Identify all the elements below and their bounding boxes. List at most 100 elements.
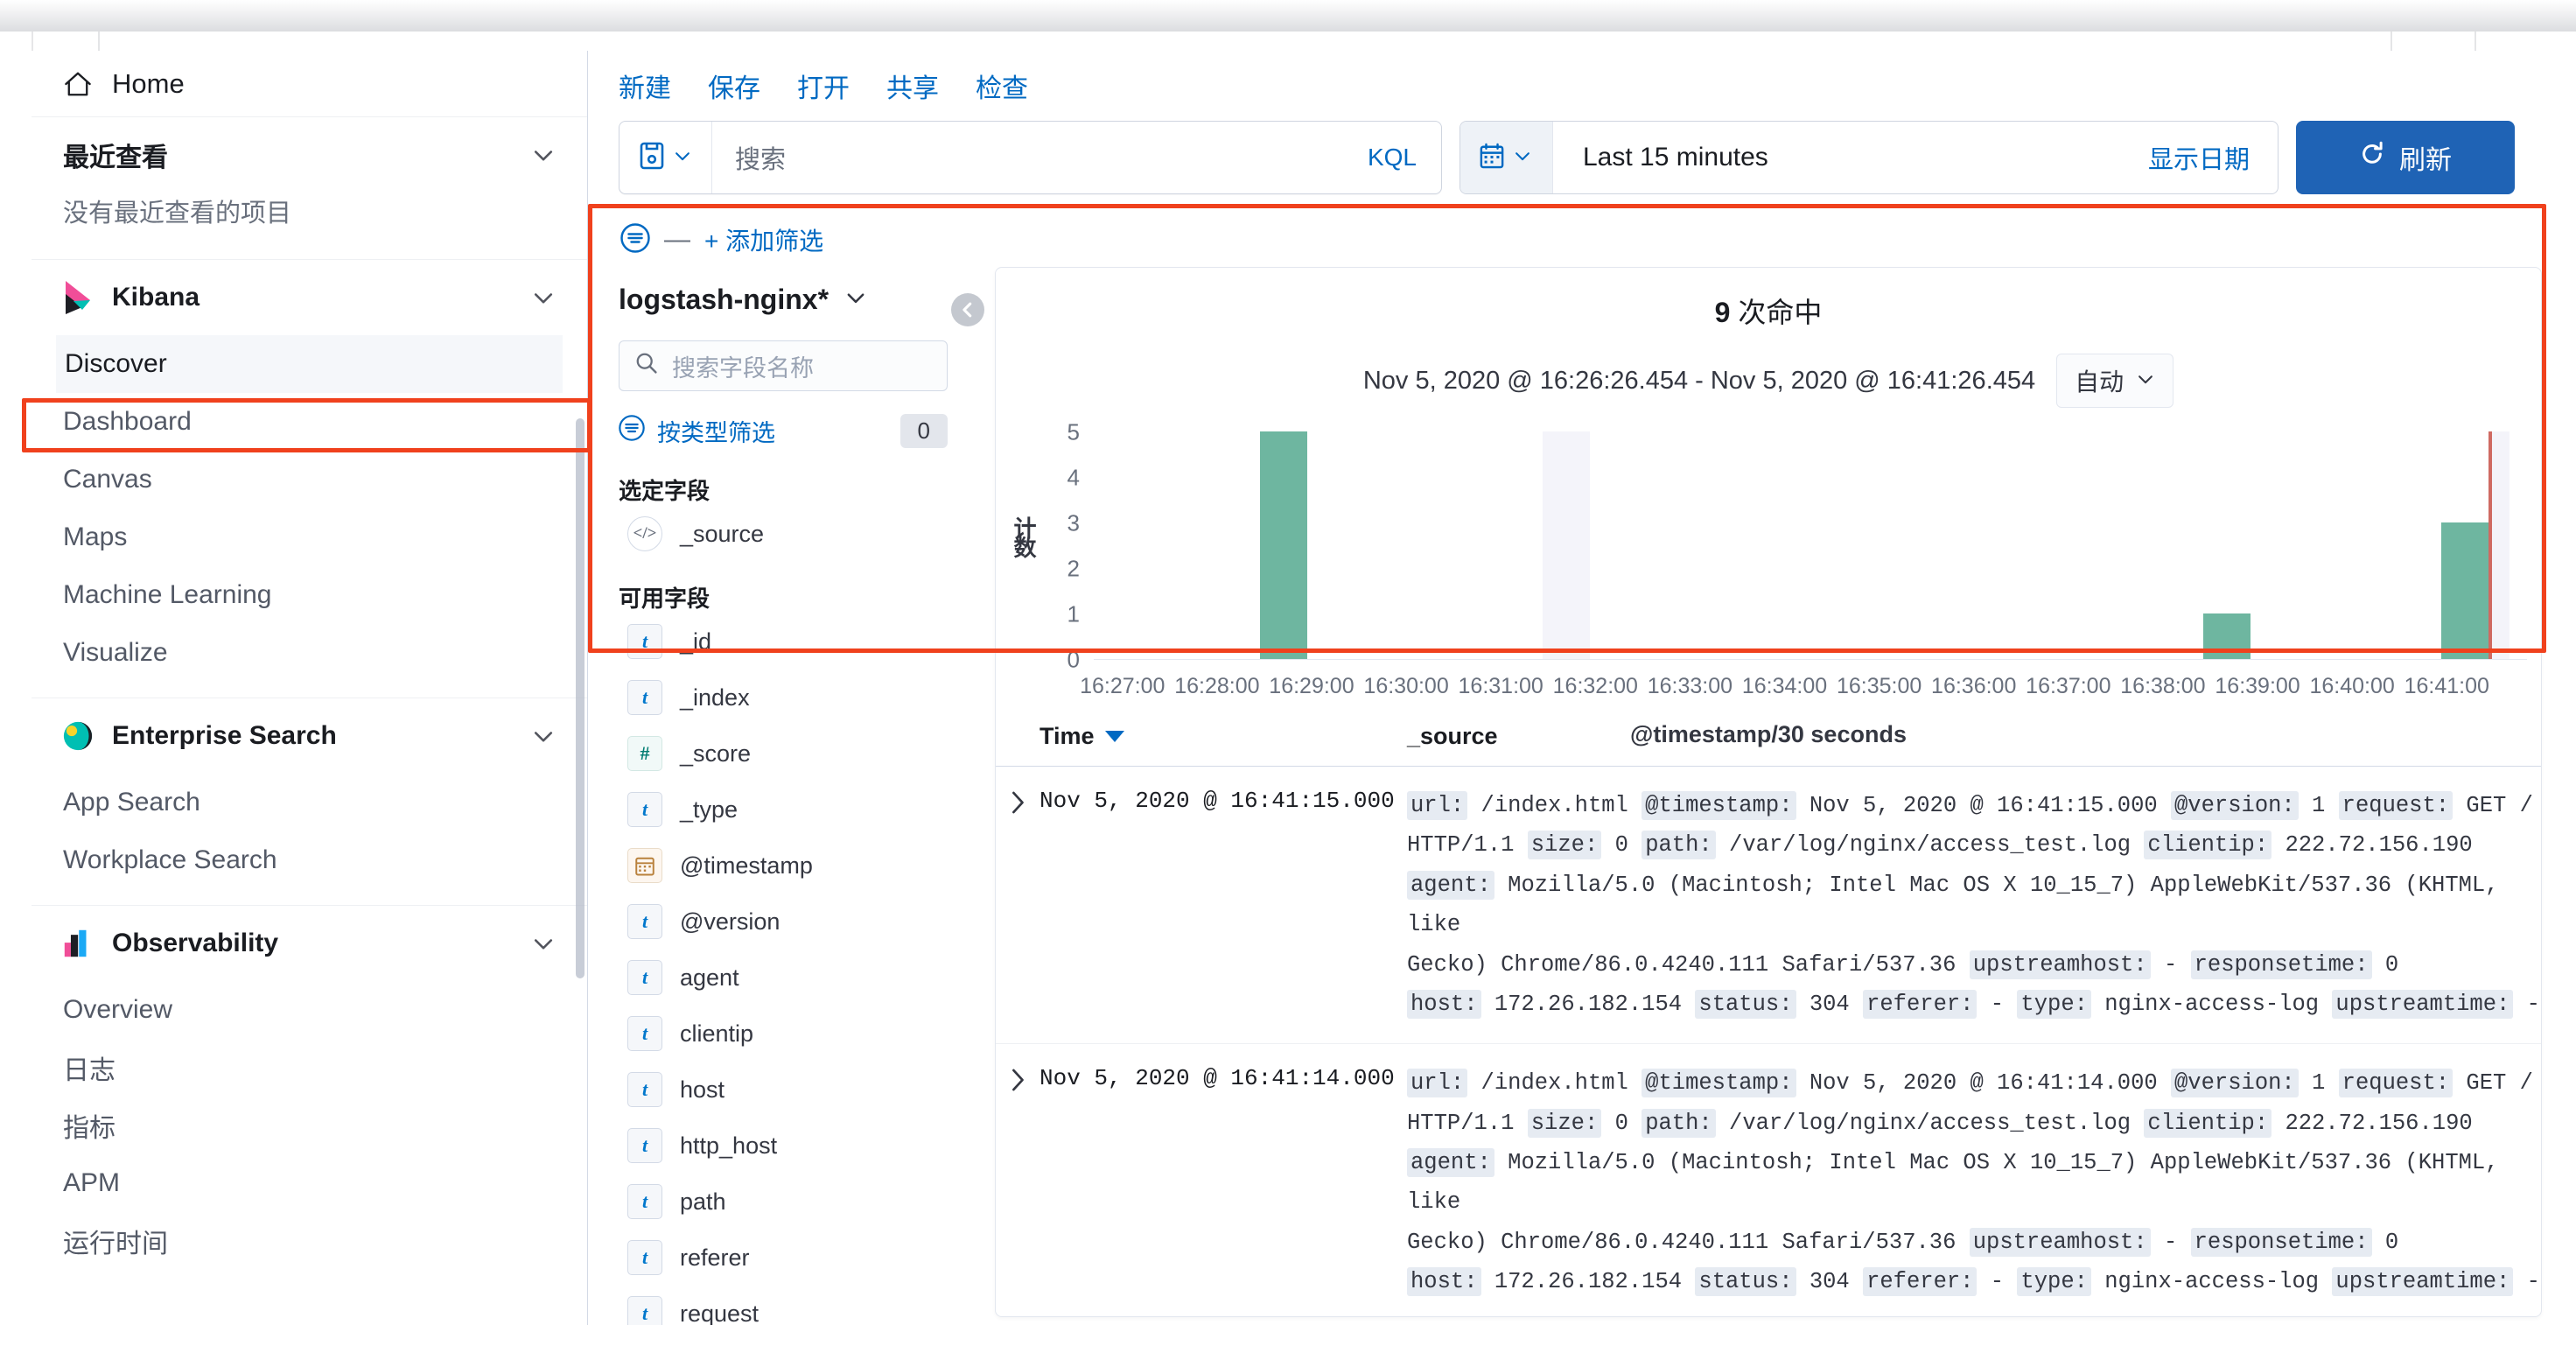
string-type-icon: t xyxy=(627,1072,662,1107)
field-name: @version xyxy=(680,908,780,935)
observability-nav-list: Overview 日志 指标 APM 运行时间 xyxy=(63,981,556,1286)
source-key: referer: xyxy=(1863,1267,1978,1297)
source-value: /var/log/nginx/access_test.log xyxy=(1729,1110,2132,1136)
show-dates-button[interactable]: 显示日期 xyxy=(2148,139,2278,176)
expand-row-button[interactable] xyxy=(996,1063,1040,1301)
menu-new[interactable]: 新建 xyxy=(619,67,671,105)
row-time: Nov 5, 2020 @ 16:41:14.000 xyxy=(1040,1065,1395,1092)
collapse-sidebar-button[interactable] xyxy=(951,293,984,326)
field-item-source[interactable]: </> _source xyxy=(619,506,948,562)
x-tick: 16:34:00 xyxy=(1741,674,1828,698)
saved-query-button[interactable] xyxy=(620,122,712,193)
number-type-icon: # xyxy=(627,736,662,771)
sidebar-item-dashboard[interactable]: Dashboard xyxy=(63,393,556,451)
sidebar-item-overview[interactable]: Overview xyxy=(63,981,556,1039)
string-type-icon: t xyxy=(627,680,662,715)
field-type-filter-button[interactable]: 按类型筛选 0 xyxy=(619,407,948,454)
query-language-button[interactable]: KQL xyxy=(1368,144,1441,172)
sidebar-item-metrics[interactable]: 指标 xyxy=(63,1097,556,1154)
saved-object-icon xyxy=(640,142,664,174)
hits-count-line: 9 次命中 xyxy=(996,268,2541,331)
sidebar-item-workplace-search[interactable]: Workplace Search xyxy=(63,831,556,889)
sidebar-item-canvas[interactable]: Canvas xyxy=(63,451,556,508)
hits-suffix: 次命中 xyxy=(1738,297,1823,328)
calendar-icon xyxy=(1480,143,1504,173)
source-key: @version: xyxy=(2171,791,2299,820)
browser-chrome-strip xyxy=(0,0,2576,32)
enterprise-search-header[interactable]: Enterprise Search xyxy=(63,698,556,774)
time-range-value[interactable]: Last 15 minutes xyxy=(1553,143,2148,172)
source-key: upstreamhost: xyxy=(1969,950,2151,979)
field-item-referer[interactable]: t referer xyxy=(619,1230,948,1286)
sidebar-item-machine-learning[interactable]: Machine Learning xyxy=(63,566,556,624)
field-item-version[interactable]: t @version xyxy=(619,894,948,950)
field-item-clientip[interactable]: t clientip xyxy=(619,1006,948,1062)
histogram-chart[interactable]: 计数 5 4 3 2 1 0 16:27:00 16:28:00 16:29:0… xyxy=(996,419,2541,747)
search-input[interactable]: 搜索 xyxy=(712,139,1368,176)
date-quick-select-button[interactable] xyxy=(1460,122,1553,193)
add-filter-button[interactable]: + 添加筛选 xyxy=(704,222,823,257)
chevron-down-icon[interactable] xyxy=(531,724,556,748)
recent-header[interactable]: 最近查看 xyxy=(63,117,556,193)
field-item-_score[interactable]: # _score xyxy=(619,726,948,782)
source-key: size: xyxy=(1527,831,1602,860)
kibana-header[interactable]: Kibana xyxy=(63,260,556,335)
source-key: upstreamtime: xyxy=(2332,1267,2514,1297)
table-row[interactable]: Nov 5, 2020 @ 16:41:15.000 url: /index.h… xyxy=(996,767,2541,1045)
chevron-down-icon xyxy=(1513,146,1532,170)
field-item-agent[interactable]: t agent xyxy=(619,950,948,1006)
field-item-_type[interactable]: t _type xyxy=(619,782,948,838)
sidebar-item-discover[interactable]: Discover xyxy=(56,335,563,393)
interval-select[interactable]: 自动 xyxy=(2056,354,2174,408)
menu-open[interactable]: 打开 xyxy=(797,67,850,105)
date-picker[interactable]: Last 15 minutes 显示日期 xyxy=(1459,121,2278,194)
source-value: /index.html xyxy=(1480,1070,1628,1097)
kibana-title-wrap: Kibana xyxy=(63,281,531,314)
nav-home-link[interactable]: Home xyxy=(32,51,587,117)
nav-scrollbar[interactable] xyxy=(576,418,584,978)
chart-plot-area[interactable] xyxy=(1094,431,2527,660)
field-search-input[interactable]: 搜索字段名称 xyxy=(619,340,948,391)
chevron-down-icon[interactable] xyxy=(531,143,556,167)
query-bar: 搜索 KQL Last 15 minutes 显示日期 刷新 xyxy=(589,121,2544,205)
refresh-button[interactable]: 刷新 xyxy=(2296,121,2515,194)
chevron-down-icon[interactable] xyxy=(531,931,556,956)
screenshot-root: Home 最近查看 没有最近查看的项目 Kibana Discover Dash… xyxy=(0,0,2576,1353)
source-key: path: xyxy=(1642,831,1716,860)
histogram-bar-hover[interactable] xyxy=(1542,431,1590,659)
x-tick: 16:39:00 xyxy=(2215,674,2300,698)
field-item-timestamp[interactable]: @timestamp xyxy=(619,838,948,894)
source-value: 172.26.182.154 xyxy=(1494,991,1683,1017)
histogram-bar[interactable] xyxy=(1260,431,1308,659)
menu-inspect[interactable]: 检查 xyxy=(976,67,1028,105)
menu-save[interactable]: 保存 xyxy=(708,67,760,105)
field-item-host[interactable]: t host xyxy=(619,1062,948,1118)
sidebar-item-app-search[interactable]: App Search xyxy=(63,774,556,831)
sidebar-item-visualize[interactable]: Visualize xyxy=(63,624,556,682)
sidebar-item-uptime[interactable]: 运行时间 xyxy=(63,1212,556,1270)
nav-section-observability: Observability Overview 日志 指标 APM 运行时间 xyxy=(32,906,587,1286)
search-bar[interactable]: 搜索 KQL xyxy=(619,121,1442,194)
field-item-http-host[interactable]: t http_host xyxy=(619,1118,948,1174)
source-value: GET / xyxy=(2466,1070,2533,1097)
histogram-bar[interactable] xyxy=(2440,522,2488,659)
y-tick: 1 xyxy=(1067,600,1080,627)
chevron-down-icon[interactable] xyxy=(531,285,556,310)
observability-header[interactable]: Observability xyxy=(63,906,556,981)
table-row[interactable]: Nov 5, 2020 @ 16:41:14.000 url: /index.h… xyxy=(996,1044,2541,1316)
field-item-request[interactable]: t request xyxy=(619,1286,948,1325)
field-item-_id[interactable]: t _id xyxy=(619,613,948,669)
index-pattern-selector[interactable]: logstash-nginx* xyxy=(619,267,948,332)
filter-icon[interactable] xyxy=(620,222,650,257)
expand-row-button[interactable] xyxy=(996,786,1040,1024)
sidebar-item-maps[interactable]: Maps xyxy=(63,508,556,566)
sidebar-item-apm[interactable]: APM xyxy=(63,1154,556,1212)
histogram-bar[interactable] xyxy=(2202,613,2250,659)
sidebar-item-logs[interactable]: 日志 xyxy=(63,1039,556,1097)
index-pattern-name: logstash-nginx* xyxy=(619,283,830,315)
browser-tab-strip[interactable] xyxy=(32,32,2544,51)
field-item-_index[interactable]: t _index xyxy=(619,669,948,726)
x-tick: 16:32:00 xyxy=(1552,674,1638,698)
field-item-path[interactable]: t path xyxy=(619,1174,948,1230)
menu-share[interactable]: 共享 xyxy=(886,67,939,105)
